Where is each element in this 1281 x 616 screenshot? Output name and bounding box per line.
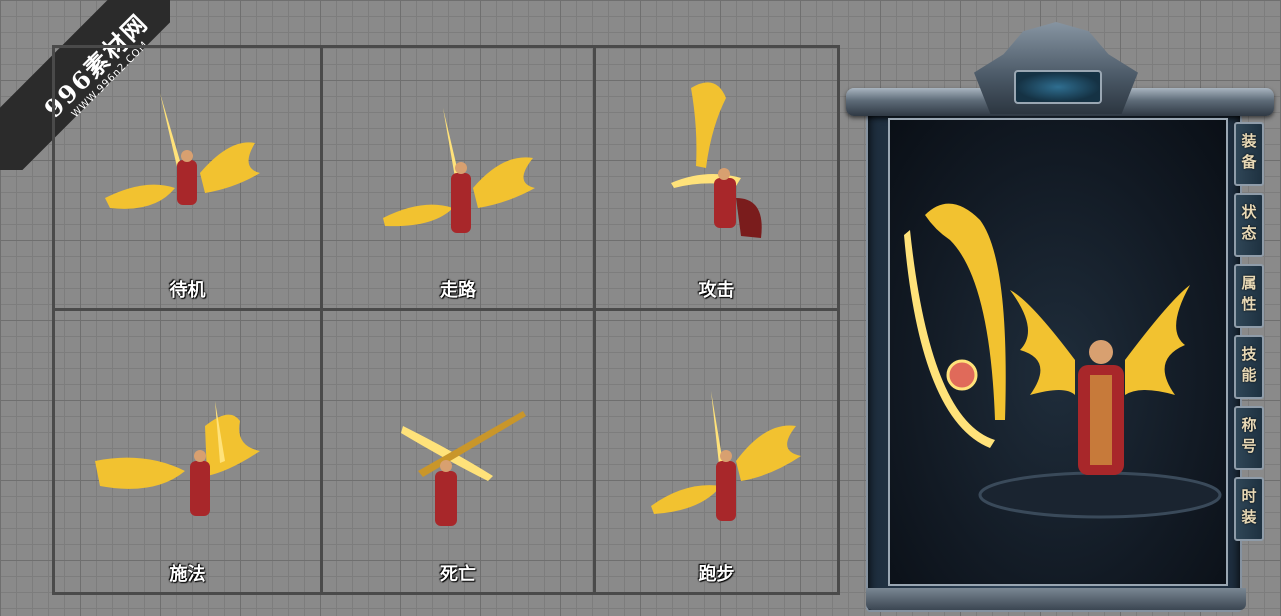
panel-crest [974,22,1138,114]
anim-cell-death: 死亡 [323,311,596,592]
idle-sprite [105,93,260,209]
character-panel: 装备 状态 属性 技能 称号 时装 [846,22,1274,612]
death-sprite [401,411,526,526]
anim-label-idle: 待机 [169,280,206,301]
panel-bottom-bar [866,588,1246,610]
tab-label: 状态 [1239,204,1258,246]
anim-cell-run: 跑步 [596,311,837,592]
tab-status[interactable]: 状态 [1234,193,1264,257]
tab-equipment[interactable]: 装备 [1234,122,1264,186]
cast-sprite [95,401,260,516]
anim-cell-idle: 待机 [55,48,323,311]
tab-label: 时装 [1239,488,1258,530]
attack-sprite [671,82,762,238]
animation-grid: 待机 走路 攻击 施法 死亡 跑步 [52,45,840,595]
tab-attributes[interactable]: 属性 [1234,264,1264,328]
tab-label: 技能 [1239,346,1258,388]
tab-label: 属性 [1239,275,1258,317]
character-viewport [888,118,1228,586]
crest-gem-icon [1014,70,1102,104]
character-model [904,203,1222,519]
tab-skills[interactable]: 技能 [1234,335,1264,399]
walk-sprite [383,108,535,233]
tab-titles[interactable]: 称号 [1234,406,1264,470]
anim-label-run: 跑步 [698,564,735,585]
side-tabs: 装备 状态 属性 技能 称号 时装 [1234,122,1268,548]
anim-cell-cast: 施法 [55,311,323,592]
tab-fashion[interactable]: 时装 [1234,477,1264,541]
anim-label-walk: 走路 [440,280,476,301]
anim-label-attack: 攻击 [698,280,735,301]
anim-cell-walk: 走路 [323,48,596,311]
anim-label-death: 死亡 [440,564,476,585]
anim-cell-attack: 攻击 [596,48,837,311]
tab-label: 称号 [1239,417,1258,459]
anim-label-cast: 施法 [169,564,206,585]
run-sprite [651,391,801,521]
tab-label: 装备 [1239,133,1258,175]
